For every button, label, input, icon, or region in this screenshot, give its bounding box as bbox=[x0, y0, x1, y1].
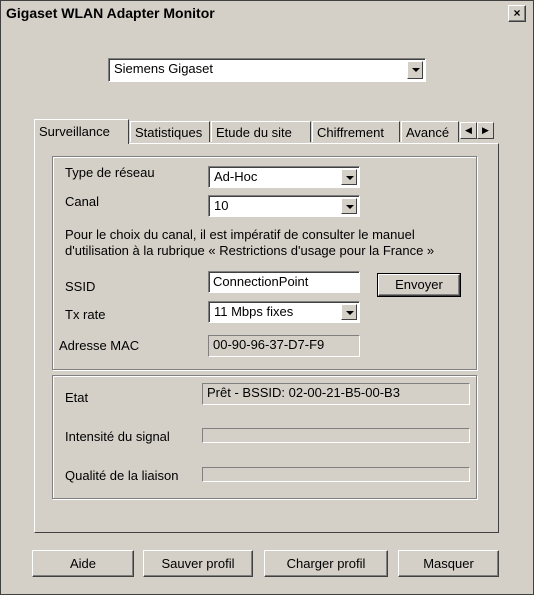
help-button[interactable]: Aide bbox=[32, 550, 134, 577]
ssid-label: SSID bbox=[65, 279, 96, 294]
adapter-select[interactable]: Siemens Gigaset bbox=[108, 58, 426, 82]
left-arrow-icon[interactable]: ◀ bbox=[460, 122, 477, 139]
tab-avance[interactable]: Avancé bbox=[401, 121, 459, 142]
link-quality-label: Qualité de la liaison bbox=[65, 468, 179, 483]
save-profile-button[interactable]: Sauver profil bbox=[143, 550, 253, 577]
chevron-down-icon[interactable] bbox=[341, 304, 357, 320]
chevron-down-icon[interactable] bbox=[407, 61, 423, 79]
channel-note-line1: Pour le choix du canal, il est impératif… bbox=[65, 227, 415, 242]
signal-strength-bar bbox=[202, 428, 470, 443]
close-button[interactable]: × bbox=[508, 5, 526, 22]
title-bar[interactable]: Gigaset WLAN Adapter Monitor × bbox=[2, 2, 532, 24]
mac-value: 00-90-96-37-D7-F9 bbox=[208, 335, 360, 357]
hide-button[interactable]: Masquer bbox=[398, 550, 499, 577]
ssid-input[interactable]: ConnectionPoint bbox=[208, 271, 360, 293]
tx-rate-select[interactable]: 11 Mbps fixes bbox=[208, 301, 360, 323]
network-type-select[interactable]: Ad-Hoc bbox=[208, 166, 360, 188]
signal-strength-label: Intensité du signal bbox=[65, 429, 170, 444]
network-type-label: Type de réseau bbox=[65, 165, 155, 180]
status-group: Etat Prêt - BSSID: 02-00-21-B5-00-B3 Int… bbox=[52, 375, 477, 499]
channel-label: Canal bbox=[65, 194, 99, 209]
window-title: Gigaset WLAN Adapter Monitor bbox=[6, 5, 215, 21]
state-label: Etat bbox=[65, 390, 89, 405]
chevron-down-icon[interactable] bbox=[341, 169, 357, 185]
tab-surveillance[interactable]: Surveillance bbox=[34, 119, 129, 144]
tab-etude-du-site[interactable]: Etude du site bbox=[211, 121, 311, 142]
chevron-down-icon[interactable] bbox=[341, 198, 357, 214]
load-profile-button[interactable]: Charger profil bbox=[264, 550, 388, 577]
tab-strip: Surveillance Statistiques Etude du site … bbox=[34, 119, 499, 144]
channel-note-line2: d'utilisation à la rubrique « Restrictio… bbox=[65, 243, 435, 258]
channel-select[interactable]: 10 bbox=[208, 195, 360, 217]
state-value: Prêt - BSSID: 02-00-21-B5-00-B3 bbox=[202, 383, 470, 405]
tab-panel-surveillance: Type de réseau Ad-Hoc Canal 10 Pour le c… bbox=[34, 143, 499, 533]
send-button[interactable]: Envoyer bbox=[377, 273, 461, 297]
adapter-select-value: Siemens Gigaset bbox=[114, 61, 213, 76]
mac-label: Adresse MAC bbox=[59, 338, 140, 353]
settings-group: Type de réseau Ad-Hoc Canal 10 Pour le c… bbox=[52, 156, 477, 370]
tab-statistiques[interactable]: Statistiques bbox=[130, 121, 210, 142]
app-window: Gigaset WLAN Adapter Monitor × Siemens G… bbox=[0, 0, 534, 595]
link-quality-bar bbox=[202, 467, 470, 482]
tab-chiffrement[interactable]: Chiffrement bbox=[312, 121, 400, 142]
tx-rate-label: Tx rate bbox=[65, 307, 106, 322]
right-arrow-icon[interactable]: ▶ bbox=[477, 122, 494, 139]
